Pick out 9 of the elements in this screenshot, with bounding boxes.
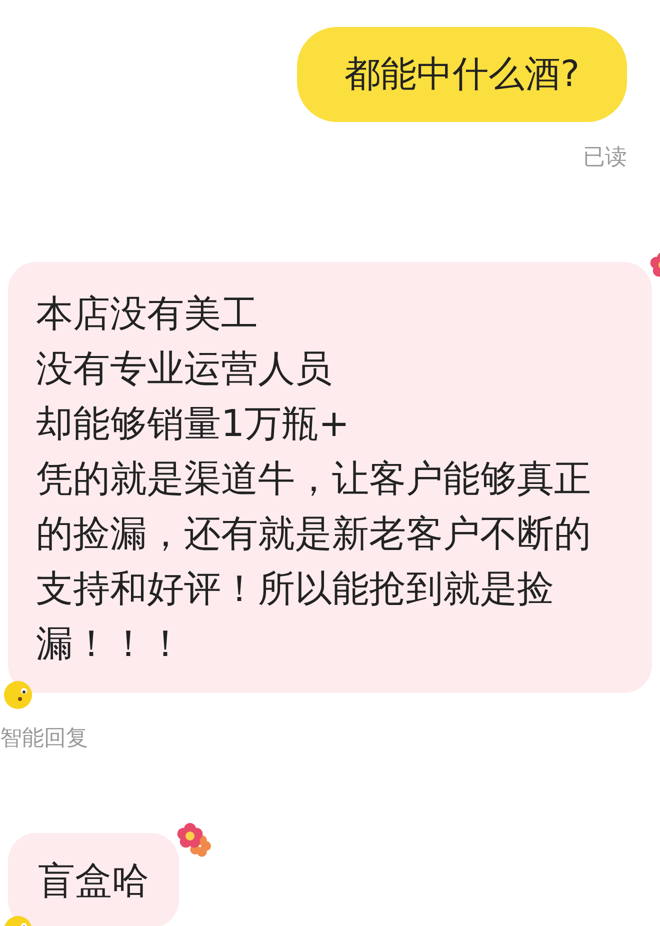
message-text: 没有专业运营人员 [36, 346, 333, 392]
message-text: 凭的就是渠道牛，让客户能够真正的捡漏，还有就是新老客户不断的支持和好评！所以能抢到就是捡漏！！！ [36, 456, 592, 667]
message-bubble: 都能中什么酒? [297, 27, 627, 122]
message-text: 却能够销量1万瓶+ [36, 401, 351, 447]
message-text: 盲盒哈 [38, 858, 149, 904]
message-text: 本店没有美工 [36, 291, 259, 337]
auto-reply-label: 智能回复 [0, 725, 88, 753]
read-status: 已读 [583, 144, 627, 172]
flower-icon [175, 821, 213, 859]
